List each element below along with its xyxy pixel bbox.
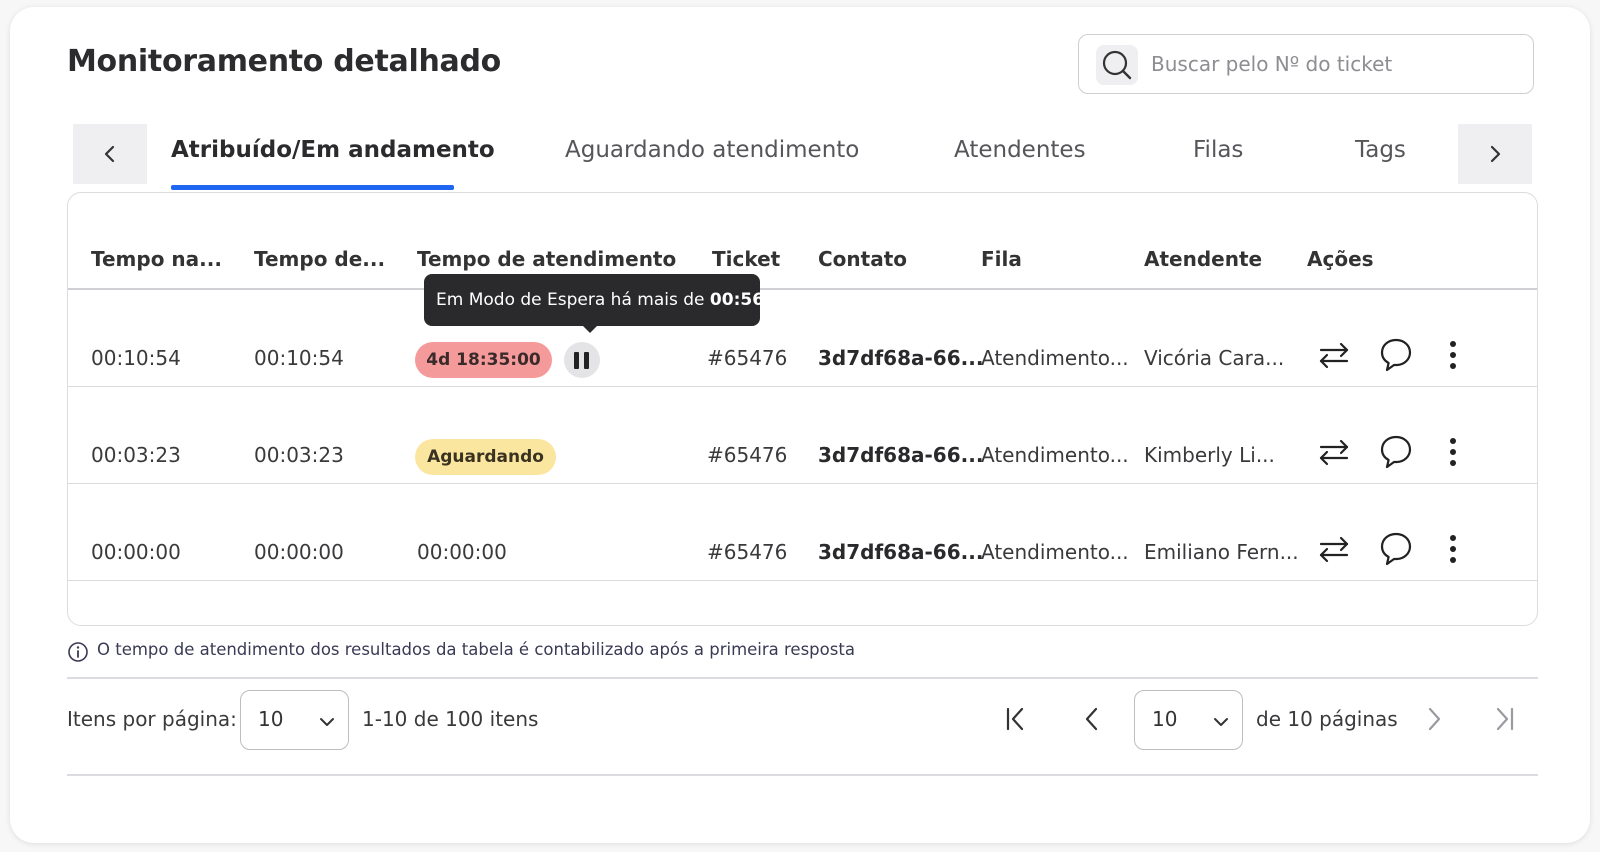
chat-bubble-icon[interactable]	[1379, 337, 1413, 373]
cell-tempo-na: 00:03:23	[91, 443, 181, 467]
cell-fila: Atendimento...	[981, 443, 1129, 467]
cell-contato: 3d7df68a-66...	[818, 346, 984, 370]
items-per-page-select[interactable]: 10	[240, 690, 349, 750]
table-row[interactable]: 00:00:00 00:00:00 00:00:00 #65476 3d7df6…	[68, 484, 1537, 581]
waiting-status-badge: Aguardando	[415, 439, 556, 475]
page-select-value: 10	[1152, 707, 1178, 731]
next-page-icon[interactable]	[1420, 705, 1448, 733]
column-header[interactable]: Contato	[818, 247, 907, 271]
page-select[interactable]: 10	[1134, 690, 1243, 750]
transfer-icon[interactable]	[1317, 437, 1351, 467]
active-tab-indicator	[171, 185, 454, 190]
total-pages: de 10 páginas	[1256, 707, 1398, 731]
divider	[67, 774, 1538, 776]
items-per-page-label: Itens por página:	[67, 707, 237, 731]
tabs-next-button[interactable]	[1458, 124, 1532, 184]
tooltip-arrow	[582, 325, 598, 333]
prev-page-icon[interactable]	[1078, 705, 1106, 733]
more-vertical-icon[interactable]	[1443, 339, 1463, 371]
info-note-text: O tempo de atendimento dos resultados da…	[97, 640, 855, 659]
cell-fila: Atendimento...	[981, 540, 1129, 564]
cell-atendente: Vicória Cara...	[1144, 346, 1285, 370]
cell-tempo-de: 00:00:00	[254, 540, 344, 564]
tab-atribuido[interactable]: Atribuído/Em andamento	[171, 137, 495, 163]
column-header[interactable]: Fila	[981, 247, 1022, 271]
tab-atendentes[interactable]: Atendentes	[954, 137, 1086, 163]
pause-tooltip: Em Modo de Espera há mais de 00:56	[424, 274, 764, 326]
column-header[interactable]: Atendente	[1144, 247, 1262, 271]
cell-ticket: #65476	[707, 540, 788, 564]
column-header[interactable]: Tempo na...	[91, 247, 222, 271]
chevron-right-icon	[1490, 145, 1501, 163]
tab-tags[interactable]: Tags	[1355, 137, 1406, 163]
chevron-down-icon	[320, 718, 334, 726]
tab-filas[interactable]: Filas	[1193, 137, 1243, 163]
more-vertical-icon[interactable]	[1443, 436, 1463, 468]
chevron-down-icon	[1214, 718, 1228, 726]
tab-aguardando[interactable]: Aguardando atendimento	[565, 137, 859, 163]
search-icon[interactable]	[1096, 45, 1138, 85]
column-header[interactable]: Ticket	[712, 247, 780, 271]
first-page-icon[interactable]	[1002, 705, 1030, 733]
chevron-left-icon	[104, 145, 115, 163]
tooltip-text: Em Modo de Espera há mais de	[436, 290, 710, 310]
divider	[67, 677, 1538, 679]
column-header[interactable]: Tempo de atendimento	[417, 247, 676, 271]
cell-atendente: Kimberly Li...	[1144, 443, 1275, 467]
info-icon	[68, 642, 88, 662]
column-header[interactable]: Tempo de...	[254, 247, 385, 271]
tabs-bar: Atribuído/Em andamento Aguardando atendi…	[73, 124, 1532, 192]
items-per-page-value: 10	[258, 707, 284, 731]
pause-icon[interactable]	[564, 342, 600, 378]
cell-ticket: #65476	[707, 443, 788, 467]
chat-bubble-icon[interactable]	[1379, 434, 1413, 470]
overdue-time-badge: 4d 18:35:00	[415, 342, 552, 378]
table-row[interactable]: 00:03:23 00:03:23 #65476 3d7df68a-66... …	[68, 387, 1537, 484]
tabs-prev-button[interactable]	[73, 124, 147, 184]
search-input[interactable]	[1151, 35, 1521, 92]
chat-bubble-icon[interactable]	[1379, 531, 1413, 567]
cell-tempo-na: 00:10:54	[91, 346, 181, 370]
cell-atendente: Emiliano Fern...	[1144, 540, 1299, 564]
cell-fila: Atendimento...	[981, 346, 1129, 370]
cell-tempo-de: 00:03:23	[254, 443, 344, 467]
items-range: 1-10 de 100 itens	[362, 707, 539, 731]
transfer-icon[interactable]	[1317, 340, 1351, 370]
more-vertical-icon[interactable]	[1443, 533, 1463, 565]
cell-tempo-na: 00:00:00	[91, 540, 181, 564]
column-header: Ações	[1307, 247, 1374, 271]
tooltip-time: 00:56	[709, 290, 765, 310]
last-page-icon[interactable]	[1490, 705, 1518, 733]
search-field[interactable]	[1078, 34, 1534, 94]
cell-tempo-de: 00:10:54	[254, 346, 344, 370]
tickets-table: Tempo na... Tempo de... Tempo de atendim…	[67, 192, 1538, 626]
page-title: Monitoramento detalhado	[67, 44, 501, 79]
cell-contato: 3d7df68a-66...	[818, 443, 984, 467]
cell-ticket: #65476	[707, 346, 788, 370]
transfer-icon[interactable]	[1317, 534, 1351, 564]
cell-atendimento: 00:00:00	[417, 540, 507, 564]
cell-contato: 3d7df68a-66...	[818, 540, 984, 564]
table-row[interactable]: 00:10:54 00:10:54 #65476 3d7df68a-66... …	[68, 290, 1537, 387]
